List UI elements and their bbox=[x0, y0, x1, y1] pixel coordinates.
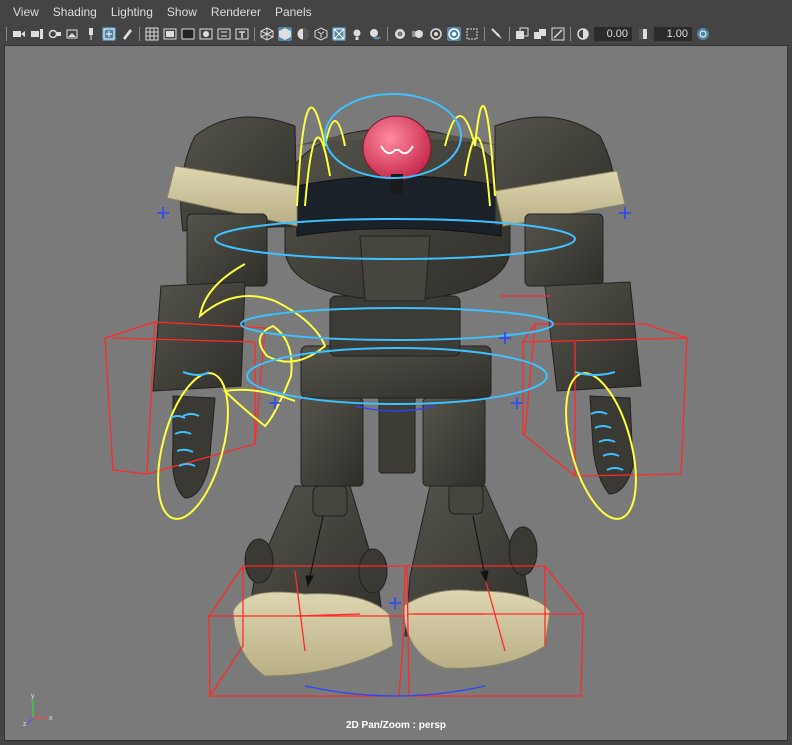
isolate-select-icon[interactable] bbox=[465, 27, 479, 41]
toolbar-divider bbox=[254, 27, 255, 41]
grid-icon[interactable] bbox=[145, 27, 159, 41]
toolbar-divider bbox=[139, 27, 140, 41]
resolution-gate-icon[interactable] bbox=[181, 27, 195, 41]
camera-attributes-icon[interactable] bbox=[30, 27, 44, 41]
left-hand bbox=[172, 395, 216, 499]
robot-rig-scene[interactable] bbox=[5, 46, 787, 740]
motion-blur-icon[interactable] bbox=[411, 27, 425, 41]
axis-y-label: y bbox=[31, 693, 35, 700]
gamma-icon[interactable] bbox=[636, 27, 650, 41]
shadows-icon[interactable] bbox=[368, 27, 382, 41]
left-shoulder-locator bbox=[157, 207, 169, 219]
left-boot-knob bbox=[244, 538, 274, 584]
xray-icon[interactable] bbox=[332, 27, 346, 41]
menu-panels[interactable]: Panels bbox=[261, 0, 312, 24]
head-dome bbox=[362, 115, 432, 181]
depth-of-field-icon[interactable] bbox=[447, 27, 461, 41]
exposure-field[interactable]: 0.00 bbox=[594, 27, 632, 41]
2d-pan-zoom-icon[interactable] bbox=[102, 27, 116, 41]
waist bbox=[329, 295, 461, 357]
left-boot-knob-outer bbox=[358, 548, 388, 594]
field-chart-icon[interactable] bbox=[217, 27, 231, 41]
safe-title-icon[interactable] bbox=[235, 27, 249, 41]
toolbar-divider bbox=[6, 27, 7, 41]
grease-pencil-icon[interactable] bbox=[120, 27, 134, 41]
panel-menubar: View Shading Lighting Show Renderer Pane… bbox=[0, 0, 792, 24]
color-management-icon[interactable] bbox=[696, 27, 710, 41]
duplicate-icon[interactable] bbox=[515, 27, 529, 41]
left-thigh bbox=[300, 397, 364, 487]
xray-joints-icon[interactable] bbox=[490, 27, 504, 41]
menu-lighting[interactable]: Lighting bbox=[97, 0, 153, 24]
maya-viewport-panel: View Shading Lighting Show Renderer Pane… bbox=[0, 0, 792, 745]
image-plane-icon[interactable] bbox=[66, 27, 80, 41]
right-thigh bbox=[422, 397, 486, 487]
right-elbow-locator bbox=[511, 397, 523, 409]
menu-show[interactable]: Show bbox=[153, 0, 197, 24]
default-material-icon[interactable] bbox=[296, 27, 310, 41]
wireframe-icon[interactable] bbox=[260, 27, 274, 41]
3d-viewport[interactable]: y x z 2D Pan/Zoom : persp bbox=[4, 45, 788, 741]
film-gate-icon[interactable] bbox=[163, 27, 177, 41]
bookmarks-icon[interactable] bbox=[48, 27, 62, 41]
spine-locator bbox=[499, 332, 511, 344]
right-ankle bbox=[448, 483, 484, 515]
menu-view[interactable]: View bbox=[0, 0, 39, 24]
copy-icon[interactable] bbox=[533, 27, 547, 41]
backface-culling-icon[interactable] bbox=[551, 27, 565, 41]
right-boot-sole bbox=[402, 589, 551, 669]
gate-mask-icon[interactable] bbox=[199, 27, 213, 41]
right-hand bbox=[589, 395, 634, 495]
toolbar-divider bbox=[570, 27, 571, 41]
menu-shading[interactable]: Shading bbox=[39, 0, 97, 24]
right-boot-knob bbox=[508, 526, 538, 576]
toolbar-divider bbox=[387, 27, 388, 41]
chest-plate bbox=[359, 235, 431, 302]
panel-toolbar: 0.00 1.00 bbox=[0, 24, 792, 44]
screen-space-ao-icon[interactable] bbox=[393, 27, 407, 41]
menu-renderer[interactable]: Renderer bbox=[197, 0, 261, 24]
multisample-aa-icon[interactable] bbox=[429, 27, 443, 41]
left-elbow-locator bbox=[269, 397, 281, 409]
right-upper-arm bbox=[524, 213, 604, 287]
left-ankle bbox=[312, 485, 348, 517]
camera-label: 2D Pan/Zoom : persp bbox=[345, 720, 446, 731]
exposure-icon[interactable] bbox=[576, 27, 590, 41]
root-ground-arc bbox=[304, 685, 486, 697]
use-all-lights-icon[interactable] bbox=[350, 27, 364, 41]
select-camera-icon[interactable] bbox=[12, 27, 26, 41]
right-shoulder-locator bbox=[619, 207, 631, 219]
gamma-field[interactable]: 1.00 bbox=[654, 27, 692, 41]
root-locator bbox=[389, 597, 401, 609]
toolbar-divider bbox=[509, 27, 510, 41]
toolbar-divider bbox=[484, 27, 485, 41]
textured-icon[interactable] bbox=[314, 27, 328, 41]
pin-icon[interactable] bbox=[84, 27, 98, 41]
left-boot-sole bbox=[232, 591, 394, 677]
smooth-shade-icon[interactable] bbox=[278, 27, 292, 41]
